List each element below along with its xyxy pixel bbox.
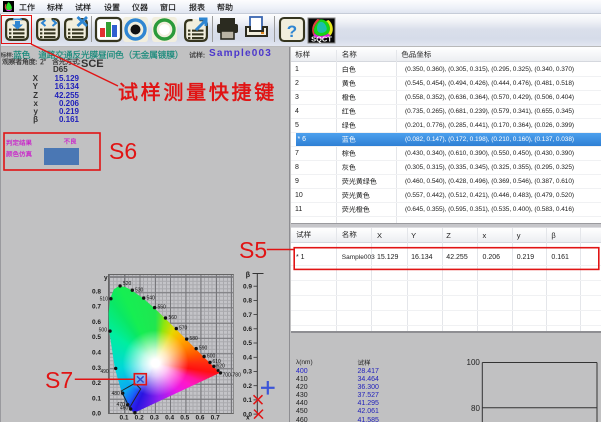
svg-text:0.2: 0.2: [243, 383, 252, 390]
svg-text:520: 520: [123, 281, 132, 287]
svg-text:490: 490: [100, 369, 109, 375]
svg-text:0.5: 0.5: [180, 415, 189, 422]
svg-text:0.3: 0.3: [243, 369, 252, 376]
svg-text:0.5: 0.5: [243, 340, 252, 347]
svg-text:0.3: 0.3: [150, 415, 159, 422]
svg-text:y: y: [104, 275, 108, 282]
svg-text:0.6: 0.6: [243, 326, 252, 333]
svg-text:510: 510: [100, 297, 109, 303]
svg-text:700-780: 700-780: [223, 373, 242, 379]
svg-text:540: 540: [147, 296, 156, 302]
svg-text:0.0: 0.0: [92, 411, 101, 418]
svg-text:570: 570: [179, 326, 188, 332]
svg-text:620: 620: [217, 364, 226, 370]
svg-text:0.1: 0.1: [92, 395, 101, 402]
svg-text:0.0: 0.0: [243, 411, 252, 418]
svg-text:β: β: [246, 272, 251, 279]
svg-text:0.2: 0.2: [92, 380, 101, 387]
svg-text:530: 530: [135, 288, 144, 294]
svg-text:0.2: 0.2: [135, 415, 144, 422]
svg-text:460: 460: [120, 406, 129, 412]
svg-text:0.8: 0.8: [243, 298, 252, 305]
svg-text:0.7: 0.7: [92, 304, 101, 311]
svg-text:0.5: 0.5: [92, 334, 101, 341]
svg-text:0.6: 0.6: [195, 415, 204, 422]
svg-text:580: 580: [190, 336, 199, 342]
svg-text:0.9: 0.9: [243, 283, 252, 290]
svg-text:0.6: 0.6: [92, 319, 101, 326]
svg-text:0.1: 0.1: [119, 415, 128, 422]
svg-text:0.8: 0.8: [92, 288, 101, 295]
svg-text:550: 550: [158, 305, 167, 311]
svg-text:0.4: 0.4: [243, 355, 252, 362]
svg-text:0.7: 0.7: [211, 415, 220, 422]
svg-text:0.7: 0.7: [243, 312, 252, 319]
svg-text:480: 480: [112, 391, 121, 397]
svg-text:560: 560: [169, 315, 178, 321]
svg-text:590: 590: [199, 346, 208, 352]
svg-text:500: 500: [99, 328, 108, 334]
svg-text:0.4: 0.4: [165, 415, 174, 422]
svg-text:0.1: 0.1: [243, 397, 252, 404]
svg-text:0.4: 0.4: [92, 350, 101, 357]
